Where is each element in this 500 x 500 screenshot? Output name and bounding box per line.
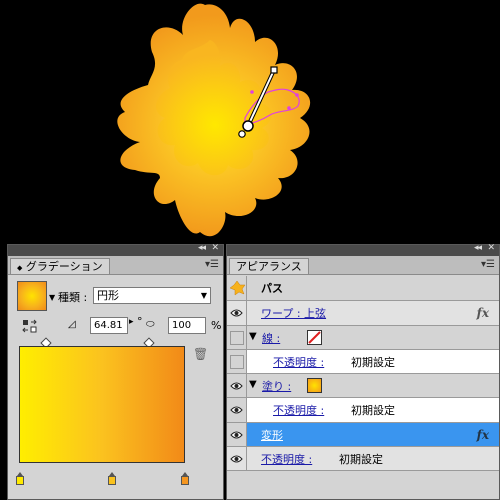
collapse-icon[interactable]: ◂◂ xyxy=(474,243,482,253)
reverse-gradient-icon[interactable] xyxy=(22,319,38,333)
fill-row[interactable]: ▼ 塗り : xyxy=(227,374,499,398)
angle-value: 64.81 xyxy=(94,320,123,331)
transform-effect-link[interactable]: 変形 xyxy=(261,423,283,446)
eye-icon xyxy=(230,309,243,317)
artboard-canvas[interactable] xyxy=(0,0,500,245)
aspect-ratio-value: 100 xyxy=(172,320,192,331)
gradient-stop[interactable] xyxy=(108,472,116,485)
visibility-toggle[interactable] xyxy=(227,301,247,325)
gradient-panel: ◂◂ ✕ ◆ グラデーション ▾☰ ▼ 種類 : 円形 ▼ ◿ 64.81 ▸ … xyxy=(7,243,224,500)
empty-eye-box xyxy=(230,355,244,369)
tab-gradient-label: グラデーション xyxy=(25,260,103,273)
gradient-stop[interactable] xyxy=(16,472,24,485)
object-opacity-link[interactable]: 不透明度 : xyxy=(261,447,312,470)
stroke-row[interactable]: ▼ 線 : xyxy=(227,326,499,350)
visibility-toggle[interactable] xyxy=(227,350,247,373)
object-row[interactable]: パス xyxy=(227,276,499,301)
eye-icon xyxy=(230,431,243,438)
object-thumbnail xyxy=(227,276,247,300)
stroke-opacity-link[interactable]: 不透明度 : xyxy=(273,350,324,373)
angle-stepper-icon[interactable]: ▸ xyxy=(129,317,134,327)
fill-opacity-link[interactable]: 不透明度 : xyxy=(273,398,324,422)
tab-gradient[interactable]: ◆ グラデーション xyxy=(10,258,110,274)
collapse-icon[interactable]: ◂◂ xyxy=(198,243,206,253)
stroke-link[interactable]: 線 : xyxy=(262,326,280,349)
aspect-unit: % xyxy=(211,319,222,332)
visibility-toggle[interactable] xyxy=(227,398,247,422)
fx-icon[interactable]: fx xyxy=(477,428,489,442)
stroke-opacity-row[interactable]: 不透明度 : 初期設定 xyxy=(227,350,499,374)
eye-icon xyxy=(230,455,243,462)
angle-input[interactable]: 64.81 xyxy=(90,317,128,334)
visibility-toggle[interactable] xyxy=(227,423,247,446)
aspect-ratio-input[interactable]: 100 xyxy=(168,317,206,334)
gradient-slider[interactable] xyxy=(19,346,185,463)
gradient-type-select[interactable]: 円形 ▼ xyxy=(93,287,211,304)
trash-icon[interactable]: 🗑 xyxy=(193,347,208,361)
gradient-origin-handle[interactable] xyxy=(242,120,254,132)
fill-gradient-swatch[interactable] xyxy=(307,378,322,393)
gradient-type-value: 円形 xyxy=(97,289,119,302)
type-label: 種類 : xyxy=(58,291,88,304)
empty-eye-box xyxy=(230,331,244,345)
chevron-down-icon: ▼ xyxy=(200,291,207,300)
fx-icon[interactable]: fx xyxy=(477,306,489,320)
panel-menu-icon[interactable]: ▾☰ xyxy=(205,259,219,270)
object-opacity-value: 初期設定 xyxy=(339,452,383,466)
tab-appearance-label: アピアランス xyxy=(236,260,302,273)
expand-triangle-icon[interactable]: ▼ xyxy=(249,379,257,390)
gradient-stop[interactable] xyxy=(181,472,189,485)
close-icon[interactable]: ✕ xyxy=(487,243,495,253)
eye-icon xyxy=(230,382,243,389)
eye-icon xyxy=(230,406,243,414)
chevron-down-icon[interactable]: ▼ xyxy=(49,293,55,302)
visibility-toggle[interactable] xyxy=(227,447,247,470)
flower-thumbnail-icon xyxy=(229,280,246,296)
stroke-none-swatch-icon[interactable] xyxy=(307,330,322,345)
panel-header-bar: ◂◂ ✕ xyxy=(227,243,499,256)
panel-header-bar: ◂◂ ✕ xyxy=(8,243,223,256)
transform-effect-row[interactable]: 変形 fx xyxy=(227,423,499,447)
tab-bar: ◆ グラデーション ▾☰ xyxy=(8,256,223,275)
fill-opacity-row[interactable]: 不透明度 : 初期設定 xyxy=(227,398,499,423)
tab-appearance[interactable]: アピアランス xyxy=(229,258,309,274)
appearance-panel: ◂◂ ✕ アピアランス ▾☰ パス ワープ : 上弦 fx ▼ 線 : 不透明度… xyxy=(226,243,500,500)
gradient-preview-swatch[interactable] xyxy=(17,281,47,311)
stroke-opacity-value: 初期設定 xyxy=(351,355,395,369)
angle-icon: ◿ xyxy=(68,319,76,330)
visibility-toggle[interactable] xyxy=(227,326,247,349)
aspect-ratio-icon: ⬭ xyxy=(146,319,155,330)
angle-unit: ° xyxy=(137,315,143,328)
gradient-end-handle[interactable] xyxy=(270,66,278,74)
panel-menu-icon[interactable]: ▾☰ xyxy=(481,259,495,270)
tab-bar: アピアランス ▾☰ xyxy=(227,256,499,275)
object-label: パス xyxy=(261,282,283,295)
tab-grip-icon: ◆ xyxy=(17,264,23,272)
visibility-toggle[interactable] xyxy=(227,374,247,397)
fill-link[interactable]: 塗り : xyxy=(262,374,291,397)
warp-effect-link[interactable]: ワープ : 上弦 xyxy=(261,301,326,325)
object-opacity-row[interactable]: 不透明度 : 初期設定 xyxy=(227,447,499,471)
warp-effect-row[interactable]: ワープ : 上弦 fx xyxy=(227,301,499,326)
close-icon[interactable]: ✕ xyxy=(211,243,219,253)
fill-opacity-value: 初期設定 xyxy=(351,404,395,417)
expand-triangle-icon[interactable]: ▼ xyxy=(249,331,257,342)
flower-artwork[interactable] xyxy=(0,0,500,245)
